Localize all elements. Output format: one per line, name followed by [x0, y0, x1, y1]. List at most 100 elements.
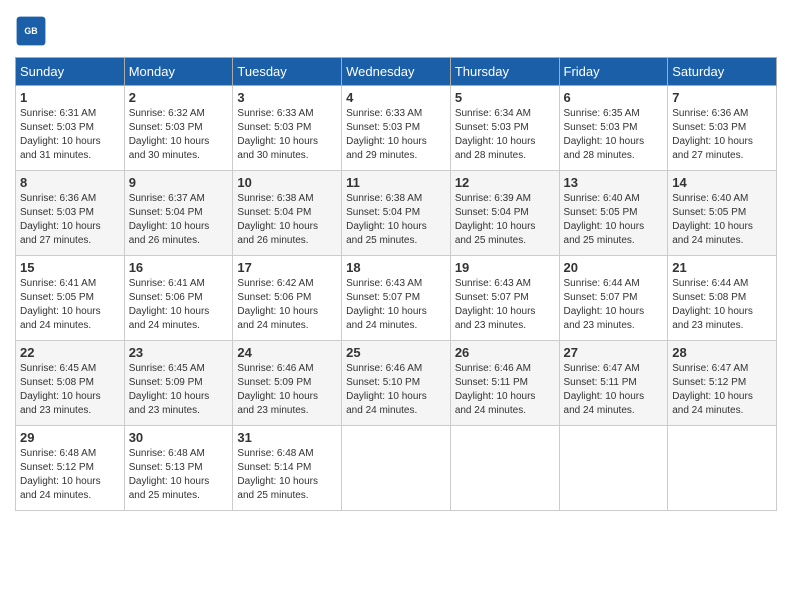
day-info: Sunrise: 6:44 AM Sunset: 5:07 PM Dayligh…	[564, 277, 664, 333]
day-number: 26	[455, 345, 555, 360]
day-info: Sunrise: 6:45 AM Sunset: 5:09 PM Dayligh…	[129, 362, 229, 418]
calendar-cell: 26 Sunrise: 6:46 AM Sunset: 5:11 PM Dayl…	[450, 341, 559, 426]
calendar-cell: 3 Sunrise: 6:33 AM Sunset: 5:03 PM Dayli…	[233, 86, 342, 171]
calendar-cell: 23 Sunrise: 6:45 AM Sunset: 5:09 PM Dayl…	[124, 341, 233, 426]
calendar-cell: 29 Sunrise: 6:48 AM Sunset: 5:12 PM Dayl…	[16, 426, 125, 511]
calendar-cell: 6 Sunrise: 6:35 AM Sunset: 5:03 PM Dayli…	[559, 86, 668, 171]
day-number: 11	[346, 175, 446, 190]
day-number: 29	[20, 430, 120, 445]
day-info: Sunrise: 6:32 AM Sunset: 5:03 PM Dayligh…	[129, 107, 229, 163]
day-info: Sunrise: 6:44 AM Sunset: 5:08 PM Dayligh…	[672, 277, 772, 333]
calendar-cell	[668, 426, 777, 511]
day-info: Sunrise: 6:38 AM Sunset: 5:04 PM Dayligh…	[346, 192, 446, 248]
day-info: Sunrise: 6:38 AM Sunset: 5:04 PM Dayligh…	[237, 192, 337, 248]
day-info: Sunrise: 6:40 AM Sunset: 5:05 PM Dayligh…	[672, 192, 772, 248]
day-number: 1	[20, 90, 120, 105]
week-row-4: 22 Sunrise: 6:45 AM Sunset: 5:08 PM Dayl…	[16, 341, 777, 426]
calendar-table: SundayMondayTuesdayWednesdayThursdayFrid…	[15, 57, 777, 511]
page-header: GB	[15, 15, 777, 47]
day-info: Sunrise: 6:36 AM Sunset: 5:03 PM Dayligh…	[672, 107, 772, 163]
calendar-cell: 20 Sunrise: 6:44 AM Sunset: 5:07 PM Dayl…	[559, 256, 668, 341]
week-row-2: 8 Sunrise: 6:36 AM Sunset: 5:03 PM Dayli…	[16, 171, 777, 256]
day-number: 18	[346, 260, 446, 275]
day-number: 4	[346, 90, 446, 105]
day-info: Sunrise: 6:39 AM Sunset: 5:04 PM Dayligh…	[455, 192, 555, 248]
week-row-3: 15 Sunrise: 6:41 AM Sunset: 5:05 PM Dayl…	[16, 256, 777, 341]
day-info: Sunrise: 6:48 AM Sunset: 5:13 PM Dayligh…	[129, 447, 229, 503]
day-number: 25	[346, 345, 446, 360]
calendar-cell: 11 Sunrise: 6:38 AM Sunset: 5:04 PM Dayl…	[342, 171, 451, 256]
weekday-header-thursday: Thursday	[450, 58, 559, 86]
day-number: 21	[672, 260, 772, 275]
calendar-cell: 16 Sunrise: 6:41 AM Sunset: 5:06 PM Dayl…	[124, 256, 233, 341]
day-info: Sunrise: 6:33 AM Sunset: 5:03 PM Dayligh…	[346, 107, 446, 163]
day-info: Sunrise: 6:48 AM Sunset: 5:14 PM Dayligh…	[237, 447, 337, 503]
calendar-cell: 7 Sunrise: 6:36 AM Sunset: 5:03 PM Dayli…	[668, 86, 777, 171]
day-info: Sunrise: 6:41 AM Sunset: 5:05 PM Dayligh…	[20, 277, 120, 333]
day-number: 15	[20, 260, 120, 275]
day-info: Sunrise: 6:46 AM Sunset: 5:10 PM Dayligh…	[346, 362, 446, 418]
day-number: 19	[455, 260, 555, 275]
calendar-cell	[559, 426, 668, 511]
calendar-cell: 14 Sunrise: 6:40 AM Sunset: 5:05 PM Dayl…	[668, 171, 777, 256]
calendar-cell: 4 Sunrise: 6:33 AM Sunset: 5:03 PM Dayli…	[342, 86, 451, 171]
calendar-cell: 9 Sunrise: 6:37 AM Sunset: 5:04 PM Dayli…	[124, 171, 233, 256]
day-info: Sunrise: 6:34 AM Sunset: 5:03 PM Dayligh…	[455, 107, 555, 163]
day-number: 2	[129, 90, 229, 105]
calendar-cell: 17 Sunrise: 6:42 AM Sunset: 5:06 PM Dayl…	[233, 256, 342, 341]
calendar-body: 1 Sunrise: 6:31 AM Sunset: 5:03 PM Dayli…	[16, 86, 777, 511]
logo-icon: GB	[15, 15, 47, 47]
day-info: Sunrise: 6:36 AM Sunset: 5:03 PM Dayligh…	[20, 192, 120, 248]
day-number: 6	[564, 90, 664, 105]
day-info: Sunrise: 6:47 AM Sunset: 5:11 PM Dayligh…	[564, 362, 664, 418]
day-number: 10	[237, 175, 337, 190]
day-number: 20	[564, 260, 664, 275]
svg-text:GB: GB	[24, 26, 37, 36]
weekday-header-tuesday: Tuesday	[233, 58, 342, 86]
calendar-cell: 8 Sunrise: 6:36 AM Sunset: 5:03 PM Dayli…	[16, 171, 125, 256]
day-number: 7	[672, 90, 772, 105]
day-info: Sunrise: 6:45 AM Sunset: 5:08 PM Dayligh…	[20, 362, 120, 418]
calendar-cell	[450, 426, 559, 511]
calendar-cell	[342, 426, 451, 511]
day-info: Sunrise: 6:46 AM Sunset: 5:09 PM Dayligh…	[237, 362, 337, 418]
day-number: 5	[455, 90, 555, 105]
day-number: 30	[129, 430, 229, 445]
weekday-header-sunday: Sunday	[16, 58, 125, 86]
day-number: 8	[20, 175, 120, 190]
day-number: 22	[20, 345, 120, 360]
calendar-cell: 15 Sunrise: 6:41 AM Sunset: 5:05 PM Dayl…	[16, 256, 125, 341]
day-info: Sunrise: 6:31 AM Sunset: 5:03 PM Dayligh…	[20, 107, 120, 163]
day-info: Sunrise: 6:47 AM Sunset: 5:12 PM Dayligh…	[672, 362, 772, 418]
weekday-header-monday: Monday	[124, 58, 233, 86]
day-info: Sunrise: 6:42 AM Sunset: 5:06 PM Dayligh…	[237, 277, 337, 333]
logo: GB	[15, 15, 51, 47]
day-info: Sunrise: 6:43 AM Sunset: 5:07 PM Dayligh…	[455, 277, 555, 333]
calendar-cell: 1 Sunrise: 6:31 AM Sunset: 5:03 PM Dayli…	[16, 86, 125, 171]
day-number: 23	[129, 345, 229, 360]
day-info: Sunrise: 6:37 AM Sunset: 5:04 PM Dayligh…	[129, 192, 229, 248]
weekday-header-row: SundayMondayTuesdayWednesdayThursdayFrid…	[16, 58, 777, 86]
day-info: Sunrise: 6:46 AM Sunset: 5:11 PM Dayligh…	[455, 362, 555, 418]
day-info: Sunrise: 6:40 AM Sunset: 5:05 PM Dayligh…	[564, 192, 664, 248]
day-info: Sunrise: 6:33 AM Sunset: 5:03 PM Dayligh…	[237, 107, 337, 163]
weekday-header-wednesday: Wednesday	[342, 58, 451, 86]
day-info: Sunrise: 6:41 AM Sunset: 5:06 PM Dayligh…	[129, 277, 229, 333]
calendar-cell: 10 Sunrise: 6:38 AM Sunset: 5:04 PM Dayl…	[233, 171, 342, 256]
day-number: 27	[564, 345, 664, 360]
weekday-header-friday: Friday	[559, 58, 668, 86]
week-row-1: 1 Sunrise: 6:31 AM Sunset: 5:03 PM Dayli…	[16, 86, 777, 171]
day-info: Sunrise: 6:48 AM Sunset: 5:12 PM Dayligh…	[20, 447, 120, 503]
day-info: Sunrise: 6:35 AM Sunset: 5:03 PM Dayligh…	[564, 107, 664, 163]
calendar-cell: 30 Sunrise: 6:48 AM Sunset: 5:13 PM Dayl…	[124, 426, 233, 511]
calendar-cell: 2 Sunrise: 6:32 AM Sunset: 5:03 PM Dayli…	[124, 86, 233, 171]
calendar-cell: 25 Sunrise: 6:46 AM Sunset: 5:10 PM Dayl…	[342, 341, 451, 426]
calendar-cell: 5 Sunrise: 6:34 AM Sunset: 5:03 PM Dayli…	[450, 86, 559, 171]
day-number: 31	[237, 430, 337, 445]
day-number: 24	[237, 345, 337, 360]
calendar-cell: 27 Sunrise: 6:47 AM Sunset: 5:11 PM Dayl…	[559, 341, 668, 426]
week-row-5: 29 Sunrise: 6:48 AM Sunset: 5:12 PM Dayl…	[16, 426, 777, 511]
day-number: 14	[672, 175, 772, 190]
calendar-cell: 12 Sunrise: 6:39 AM Sunset: 5:04 PM Dayl…	[450, 171, 559, 256]
calendar-cell: 21 Sunrise: 6:44 AM Sunset: 5:08 PM Dayl…	[668, 256, 777, 341]
